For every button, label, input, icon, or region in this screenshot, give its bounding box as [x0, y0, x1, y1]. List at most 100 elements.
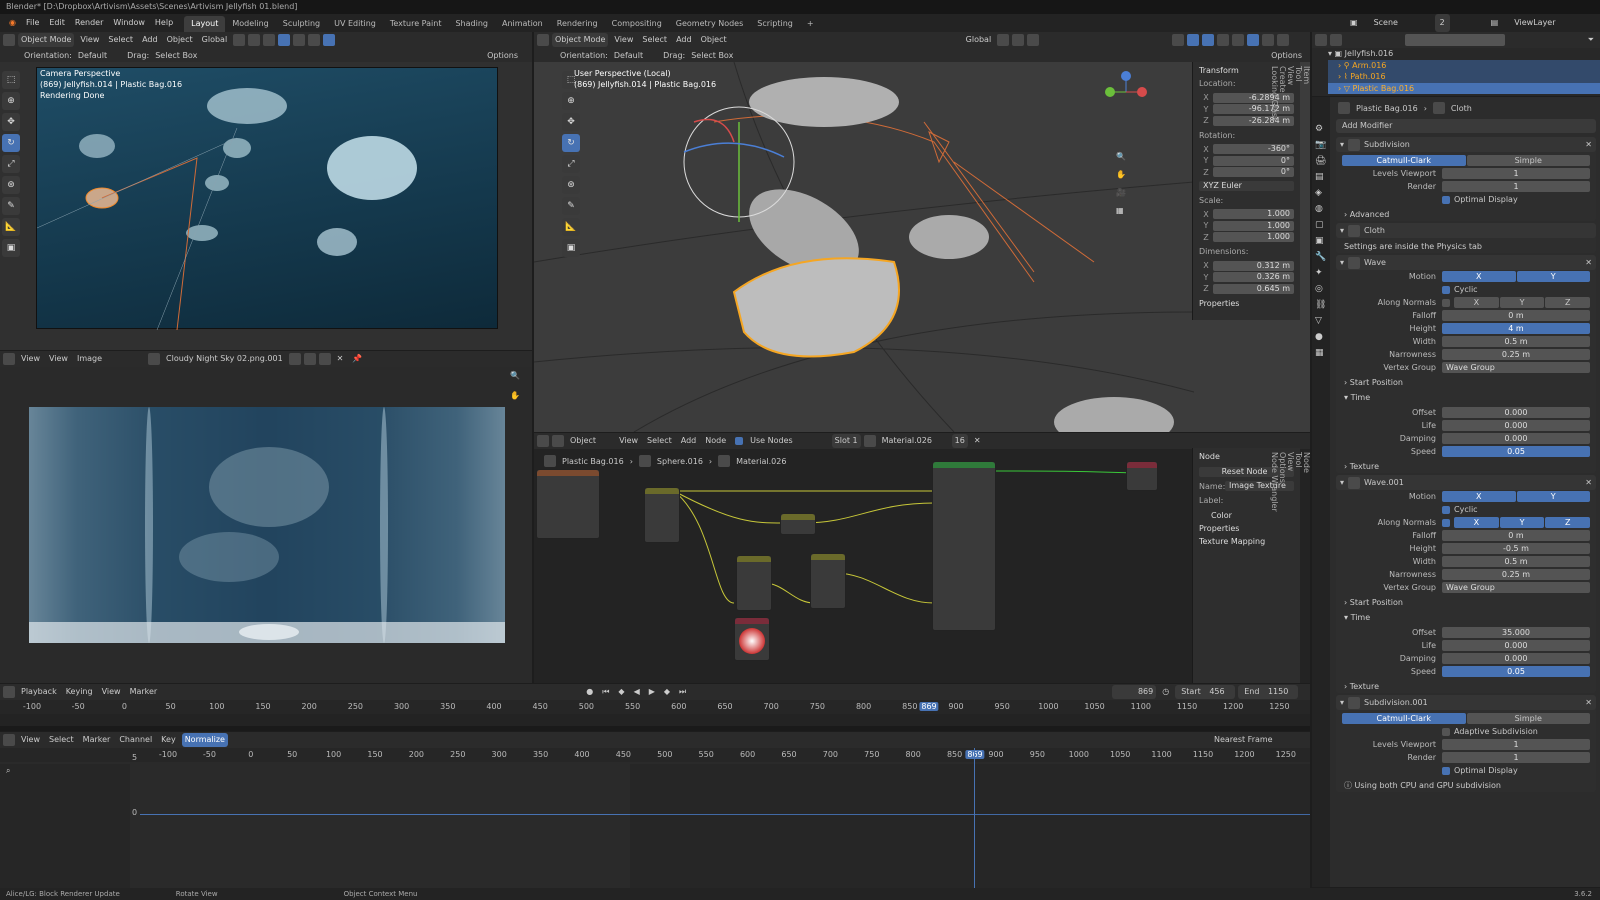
view-menu[interactable]: View: [616, 434, 641, 448]
mix-node-2[interactable]: [810, 553, 846, 609]
normals-z-toggle[interactable]: Z: [1545, 297, 1591, 308]
tab-layout[interactable]: Layout: [184, 15, 226, 32]
scale-tool-icon[interactable]: ⤢: [2, 155, 20, 173]
mode-dropdown[interactable]: Object Mode: [552, 33, 609, 47]
cloth-header[interactable]: ▾ Cloth: [1336, 223, 1596, 238]
options-dropdown[interactable]: Options: [1271, 51, 1302, 60]
texture-subpanel[interactable]: › Texture: [1344, 460, 1588, 473]
transform-orientation[interactable]: Global: [199, 33, 231, 47]
collapse-icon[interactable]: ▾: [1340, 698, 1344, 707]
shader-type-icon[interactable]: [552, 435, 564, 447]
vertex-group-field[interactable]: Wave Group: [1442, 362, 1590, 373]
overlay-icon[interactable]: [278, 34, 291, 46]
add-cube-tool-icon[interactable]: ▣: [562, 239, 580, 257]
close-modifier-icon[interactable]: ✕: [1585, 258, 1592, 267]
transform-orientation[interactable]: Global: [963, 33, 995, 47]
material-name-field[interactable]: Material.026: [879, 434, 949, 448]
modifier-name-field[interactable]: Subdivision.001: [1364, 698, 1581, 707]
motion-x-toggle[interactable]: X: [1442, 491, 1516, 502]
particles-tab-icon[interactable]: ✦: [1315, 265, 1327, 281]
drag-dropdown[interactable]: Select Box: [691, 51, 733, 60]
texture-mapping-subpanel[interactable]: Texture Mapping: [1199, 537, 1294, 546]
navigation-gizmo[interactable]: [1102, 68, 1150, 116]
object-menu[interactable]: Object: [698, 33, 730, 47]
simple-option[interactable]: Simple: [1466, 713, 1590, 724]
add-menu[interactable]: Add: [678, 434, 700, 448]
view-menu[interactable]: View: [99, 685, 124, 699]
scene-tab-icon[interactable]: ◈: [1315, 185, 1327, 201]
outliner-search-input[interactable]: [1405, 34, 1505, 46]
height-field[interactable]: 4 m: [1442, 323, 1590, 334]
channel-menu[interactable]: Channel: [116, 733, 155, 747]
collapse-icon[interactable]: ▾: [1340, 258, 1344, 267]
image-name-field[interactable]: Cloudy Night Sky 02.png.001: [163, 352, 286, 366]
pin-icon[interactable]: 📌: [349, 352, 365, 366]
image-browse-icon[interactable]: [148, 353, 161, 365]
view-menu[interactable]: View: [611, 33, 636, 47]
tab-view[interactable]: View: [1286, 452, 1295, 502]
graph-playhead[interactable]: [974, 748, 975, 888]
render-levels-field[interactable]: 1: [1442, 752, 1590, 763]
record-icon[interactable]: ●: [583, 685, 596, 699]
snap-icon[interactable]: [1012, 34, 1025, 46]
object-menu[interactable]: Object: [164, 33, 196, 47]
camera-view-icon[interactable]: 🎥: [1116, 188, 1126, 197]
falloff-field[interactable]: 0 m: [1442, 310, 1590, 321]
close-image-icon[interactable]: ✕: [334, 352, 347, 366]
texture-subpanel[interactable]: › Texture: [1344, 680, 1588, 693]
mapping-node[interactable]: [644, 487, 680, 543]
select-menu[interactable]: Select: [46, 733, 77, 747]
outliner-item-plastic-bag[interactable]: › ▽ Plastic Bag.016: [1328, 82, 1600, 94]
current-frame-field[interactable]: 869: [1112, 685, 1157, 699]
zoom-view-icon[interactable]: 🔍: [1116, 152, 1126, 161]
tab-tool[interactable]: Tool: [1294, 66, 1303, 109]
material-output-node[interactable]: [1126, 461, 1158, 491]
wave-header[interactable]: ▾ Wave ✕: [1336, 255, 1596, 270]
tool-tab-icon[interactable]: ⚙: [1315, 121, 1327, 137]
view-menu[interactable]: View: [18, 733, 43, 747]
use-nodes-checkbox[interactable]: Use Nodes: [732, 434, 799, 448]
rotation-z-field[interactable]: 0°: [1213, 167, 1294, 178]
pan-view-icon[interactable]: ✋: [1116, 170, 1126, 179]
data-tab-icon[interactable]: ▽: [1315, 313, 1327, 329]
move-tool-icon[interactable]: ✥: [562, 113, 580, 131]
mode-dropdown[interactable]: Object Mode: [18, 33, 75, 47]
rotation-x-field[interactable]: -360°: [1213, 144, 1294, 155]
cyclic-checkbox[interactable]: Cyclic: [1342, 503, 1590, 516]
catmull-clark-option[interactable]: Catmull-Clark: [1342, 155, 1466, 166]
jump-start-icon[interactable]: ⏮: [599, 685, 612, 699]
outliner-item-arm[interactable]: › ⚲ Arm.016: [1328, 59, 1600, 71]
width-field[interactable]: 0.5 m: [1442, 556, 1590, 567]
drag-dropdown[interactable]: Select Box: [155, 51, 197, 60]
render-levels-field[interactable]: 1: [1442, 181, 1590, 192]
annotate-tool-icon[interactable]: ✎: [2, 197, 20, 215]
modifier-name-field[interactable]: Wave.001: [1364, 478, 1581, 487]
scale-x-field[interactable]: 1.000: [1213, 209, 1294, 220]
tab-options[interactable]: Options: [1278, 452, 1287, 502]
outliner-item-path[interactable]: › ⌇ Path.016: [1328, 71, 1600, 83]
properties-subpanel[interactable]: Properties: [1199, 299, 1294, 308]
move-tool-icon[interactable]: ✥: [2, 113, 20, 131]
subdivision-001-header[interactable]: ▾ Subdivision.001 ✕: [1336, 695, 1596, 710]
normals-z-toggle[interactable]: Z: [1545, 517, 1591, 528]
dimension-z-field[interactable]: 0.645 m: [1213, 283, 1294, 294]
collapse-icon[interactable]: ▾: [1340, 478, 1344, 487]
color-ramp-node[interactable]: [780, 513, 816, 535]
tab-view[interactable]: View: [1286, 66, 1295, 109]
along-normals-checkbox[interactable]: [1442, 298, 1450, 307]
modifier-name-field[interactable]: Subdivision: [1364, 140, 1581, 149]
location-z-field[interactable]: -26.284 m: [1213, 115, 1294, 126]
falloff-field[interactable]: 0 m: [1442, 530, 1590, 541]
start-frame-field[interactable]: Start 456: [1175, 685, 1236, 699]
motion-y-toggle[interactable]: Y: [1516, 271, 1590, 282]
graph-editor[interactable]: View Select Marker Channel Key Normalize…: [0, 732, 1310, 888]
damping-field[interactable]: 0.000: [1442, 653, 1590, 664]
modifier-name-field[interactable]: Cloth: [1364, 226, 1592, 235]
scale-tool-icon[interactable]: ⤢: [562, 155, 580, 173]
start-position-subpanel[interactable]: › Start Position: [1344, 596, 1588, 609]
slot-dropdown[interactable]: Slot 1: [831, 434, 861, 448]
current-frame-indicator[interactable]: 869: [965, 750, 985, 759]
properties-editor[interactable]: ⚙ 📷 🖨 ▤ ◈ ◍ ▢ ▣ 🔧 ✦ ◎ ⛓ ▽ ● ▦ Plastic Ba…: [1312, 97, 1600, 887]
color-subpanel[interactable]: Color: [1211, 511, 1294, 520]
editor-type-icon[interactable]: [3, 686, 15, 698]
